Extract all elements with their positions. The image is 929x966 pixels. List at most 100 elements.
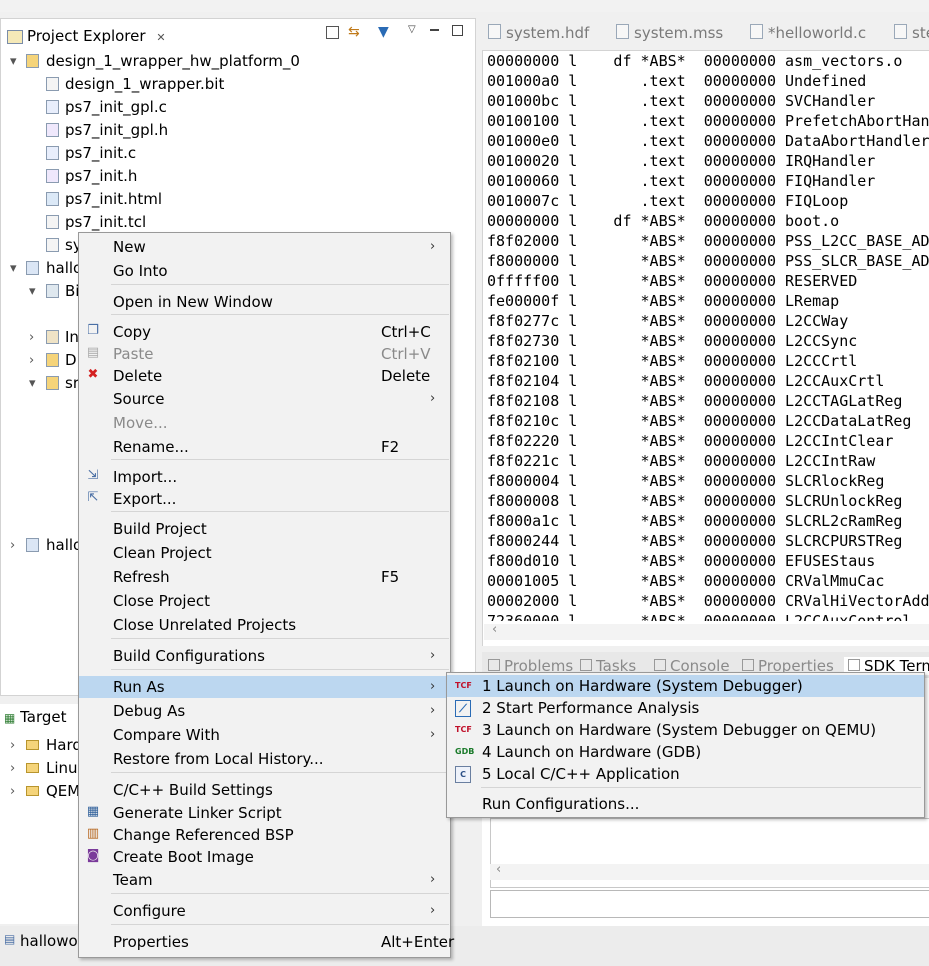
terminal-input[interactable] [490, 890, 929, 918]
tree-item[interactable]: ps7_init_gpl.c [0, 96, 476, 119]
target-item[interactable]: › QEM [0, 780, 80, 803]
filter-icon[interactable]: ▼ [378, 24, 389, 40]
editor-tab[interactable]: *helloworld.c [750, 24, 866, 42]
menu-item-new[interactable]: New › [79, 236, 450, 258]
project-icon [26, 261, 39, 275]
collapse-arrow-icon[interactable]: › [29, 326, 34, 349]
menu-item-properties[interactable]: Properties Alt+Enter [79, 931, 454, 953]
submenu-arrow-icon: › [430, 679, 436, 694]
tree-item-label: D [65, 351, 77, 369]
menu-item-label: Rename... [113, 438, 189, 456]
project-explorer-tab[interactable]: Project Explorer ✕ [3, 24, 166, 48]
expand-arrow-icon[interactable]: ▾ [29, 280, 36, 303]
menu-item-create-boot-image[interactable]: ◙ Create Boot Image [79, 846, 450, 868]
tree-item[interactable]: ps7_init.c [0, 142, 476, 165]
expand-arrow-icon[interactable]: ▾ [10, 257, 17, 280]
menu-separator [111, 669, 449, 670]
submenu-item[interactable]: C 5 Local C/C++ Application [447, 763, 924, 785]
tree-item[interactable]: ps7_init.tcl [0, 211, 476, 234]
collapse-arrow-icon[interactable]: › [10, 534, 15, 557]
editor-tab[interactable]: ste [894, 24, 929, 42]
collapse-all-icon[interactable] [326, 26, 339, 39]
editor-tab[interactable]: system.hdf [488, 24, 589, 42]
link-editor-icon[interactable]: ⇆ [348, 24, 360, 40]
menu-item-generate-linker-script[interactable]: ▦ Generate Linker Script [79, 802, 450, 824]
menu-item-shortcut: Ctrl+V [381, 345, 431, 363]
terminal-hscroll[interactable]: ‹ [490, 862, 929, 880]
tree-item[interactable]: ▾ design_1_wrapper_hw_platform_0 [0, 50, 476, 73]
menu-item-debug-as[interactable]: Debug As › [79, 700, 450, 722]
folder-icon [26, 54, 39, 68]
symbol-line: fe00000f l *ABS* 00000000 LRemap [487, 292, 840, 310]
submenu-item[interactable]: Run Configurations... [447, 793, 924, 815]
target-item[interactable]: › Linu [0, 757, 80, 780]
menu-item-shortcut: Ctrl+C [381, 323, 431, 341]
submenu-item[interactable]: GDB 4 Launch on Hardware (GDB) [447, 741, 924, 763]
submenu-item[interactable]: TCF 3 Launch on Hardware (System Debugger… [447, 719, 924, 741]
menu-item-run-as[interactable]: Run As › [79, 676, 450, 698]
scroll-left-icon[interactable]: ‹ [492, 622, 497, 637]
menu-item-copy[interactable]: ❐ Copy Ctrl+C [79, 321, 450, 343]
h-file-icon [46, 169, 59, 183]
folder-icon [46, 353, 59, 367]
collapse-arrow-icon[interactable]: › [10, 757, 15, 780]
menu-item-configure[interactable]: Configure › [79, 900, 450, 922]
expand-arrow-icon[interactable]: ▾ [29, 372, 36, 395]
menu-item-close-project[interactable]: Close Project [79, 590, 450, 612]
maximize-icon[interactable] [452, 25, 463, 36]
menu-item-refresh[interactable]: Refresh F5 [79, 566, 450, 588]
menu-item-build-configurations[interactable]: Build Configurations › [79, 645, 450, 667]
menu-item-label: Team [113, 871, 153, 889]
menu-item-close-unrelated-projects[interactable]: Close Unrelated Projects [79, 614, 450, 636]
symbol-line: f8f02220 l *ABS* 00000000 L2CCIntClear [487, 432, 894, 450]
tree-item[interactable]: ps7_init_gpl.h [0, 119, 476, 142]
menu-item-team[interactable]: Team › [79, 869, 450, 891]
menu-separator [111, 772, 449, 773]
editor-tab-label: system.hdf [506, 24, 590, 42]
menu-item-restore-from-local-history[interactable]: Restore from Local History... [79, 748, 450, 770]
tree-item[interactable]: ps7_init.h [0, 165, 476, 188]
menu-item-open-in-new-window[interactable]: Open in New Window [79, 291, 450, 313]
menu-separator [111, 459, 449, 460]
editor-tab-label: system.mss [634, 24, 724, 42]
symbol-line: f8f0210c l *ABS* 00000000 L2CCDataLatReg [487, 412, 912, 430]
minimize-icon[interactable] [430, 29, 439, 31]
menu-item-import[interactable]: ⇲ Import... [79, 466, 450, 488]
symbol-line: 00001005 l *ABS* 00000000 CRValMmuCac [487, 572, 885, 590]
editor-tab[interactable]: system.mss [616, 24, 723, 42]
symbol-line: 001000bc l .text 00000000 SVCHandler [487, 92, 876, 110]
symbol-line: 00000000 l df *ABS* 00000000 boot.o [487, 212, 840, 230]
tree-item[interactable]: design_1_wrapper.bit [0, 73, 476, 96]
menu-item-c-c-build-settings[interactable]: C/C++ Build Settings [79, 779, 450, 801]
collapse-arrow-icon[interactable]: › [10, 734, 15, 757]
menu-item-source[interactable]: Source › [79, 388, 450, 410]
expand-arrow-icon[interactable]: ▾ [10, 50, 17, 73]
collapse-arrow-icon[interactable]: › [10, 780, 15, 803]
menu-item-label: Create Boot Image [113, 848, 254, 866]
target-item-label: Hard [46, 736, 82, 754]
project-explorer-title: Project Explorer [27, 27, 146, 45]
close-icon[interactable]: ✕ [156, 31, 165, 44]
target-item[interactable]: › Hard [0, 734, 82, 757]
copy-icon: ❐ [87, 323, 99, 338]
menu-item-change-referenced-bsp[interactable]: ▥ Change Referenced BSP [79, 824, 450, 846]
submenu-item[interactable]: ⟋ 2 Start Performance Analysis [447, 697, 924, 719]
h-file-icon [46, 123, 59, 137]
menu-item-delete[interactable]: ✖ Delete Delete [79, 365, 450, 387]
menu-item-compare-with[interactable]: Compare With › [79, 724, 450, 746]
menu-item-build-project[interactable]: Build Project [79, 518, 450, 540]
view-menu-icon[interactable]: ▽ [408, 24, 416, 35]
menu-item-export[interactable]: ⇱ Export... [79, 488, 450, 510]
symbol-line: 0fffff00 l *ABS* 00000000 RESERVED [487, 272, 858, 290]
tree-item-label: ps7_init.html [65, 190, 163, 208]
target-view-tab[interactable]: ▦ Target [4, 708, 67, 726]
gdb-icon: GDB [455, 744, 474, 759]
collapse-arrow-icon[interactable]: › [29, 349, 34, 372]
submenu-item[interactable]: TCF 1 Launch on Hardware (System Debugger… [447, 675, 924, 697]
menu-item-rename[interactable]: Rename... F2 [79, 436, 450, 458]
menu-item-go-into[interactable]: Go Into [79, 260, 450, 282]
bottom-view-label: hallowo [20, 932, 78, 950]
editor-horizontal-scrollbar[interactable]: ‹ [484, 622, 929, 640]
menu-item-clean-project[interactable]: Clean Project [79, 542, 450, 564]
tree-item[interactable]: ps7_init.html [0, 188, 476, 211]
